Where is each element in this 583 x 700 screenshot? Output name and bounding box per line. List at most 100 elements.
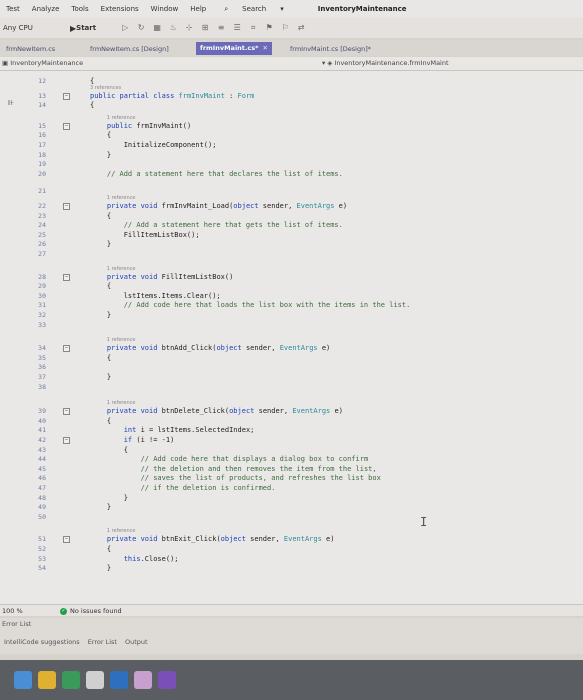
menu-test[interactable]: Test [0, 5, 26, 13]
taskbar-app-icon[interactable] [110, 671, 128, 689]
line-number: 29 [38, 282, 46, 291]
code-lens-reference[interactable]: 1 reference [107, 400, 136, 406]
code-lens-reference[interactable]: 3 references [90, 85, 121, 91]
menu-tools[interactable]: Tools [65, 5, 94, 13]
code-line[interactable]: { [90, 212, 111, 220]
tab-frminvmaint-cs[interactable]: frmInvMaint.cs* ✕ [196, 42, 272, 55]
code-line[interactable]: // Add code here that displays a dialog … [90, 455, 369, 463]
code-line[interactable]: // Add a statement here that declares th… [90, 170, 343, 178]
code-line[interactable]: } [90, 503, 111, 511]
code-line[interactable]: private void btnDelete_Click(object send… [90, 407, 343, 415]
code-line[interactable]: private void frmInvMaint_Load(object sen… [90, 202, 347, 210]
code-line[interactable]: } [90, 373, 111, 381]
code-line[interactable]: { [90, 101, 94, 109]
tab-frmnewitem-cs[interactable]: frmNewItem.cs [2, 43, 59, 55]
collapse-icon[interactable]: − [63, 273, 70, 281]
collapse-icon[interactable]: − [63, 122, 70, 130]
code-line[interactable]: } [90, 151, 111, 159]
code-line[interactable]: } [90, 494, 128, 502]
layout-icon[interactable]: ▦ [152, 23, 162, 33]
code-lens-reference[interactable]: 1 reference [107, 528, 136, 534]
close-icon[interactable]: ✕ [263, 44, 268, 52]
code-line[interactable]: { [90, 131, 111, 139]
collapse-icon[interactable]: − [63, 536, 70, 544]
code-lens-reference[interactable]: 1 reference [107, 337, 136, 343]
line-number: 47 [38, 484, 46, 492]
search-icon: ⌕ [224, 4, 229, 13]
code-line[interactable]: // Add a statement here that gets the li… [90, 221, 343, 229]
code-line[interactable]: private void btnAdd_Click(object sender,… [90, 344, 330, 352]
flag-icon[interactable]: ⚐ [280, 23, 290, 33]
code-line[interactable]: FillItemListBox(); [90, 231, 200, 239]
pin-icon[interactable]: ⊹ [184, 23, 194, 33]
code-line[interactable]: this.Close(); [90, 555, 179, 563]
code-line[interactable]: { [90, 282, 111, 290]
menu-analyze[interactable]: Analyze [26, 5, 66, 13]
class-dropdown[interactable]: ▾ ◈ InventoryMaintenance.frmInvMaint [322, 59, 449, 67]
code-line[interactable]: // saves the list of products, and refre… [90, 474, 381, 482]
start-button[interactable]: Start [76, 24, 120, 32]
code-line[interactable]: // if the deletion is confirmed. [90, 484, 276, 492]
code-line[interactable]: { [90, 446, 128, 454]
code-line[interactable]: public partial class frmInvMaint : Form [90, 92, 254, 100]
tab-output[interactable]: Output [123, 638, 150, 646]
taskbar-app-icon[interactable] [62, 671, 80, 689]
platform-select[interactable]: Any CPU [0, 24, 70, 32]
code-line[interactable]: InitializeComponent(); [90, 141, 217, 149]
line-number: 24 [38, 221, 46, 230]
collapse-icon[interactable]: − [63, 437, 70, 444]
menu-help[interactable]: Help [184, 5, 212, 13]
code-editor[interactable]: ⊪ 12{3 references 13− public partial class… [0, 71, 583, 604]
refresh-icon[interactable]: ↻ [136, 23, 146, 33]
menu-window[interactable]: Window [145, 5, 185, 13]
visual-studio-icon[interactable] [158, 671, 176, 689]
indent-icon[interactable]: ☰ [232, 23, 242, 33]
code-line[interactable]: // the deletion and then removes the ite… [90, 465, 377, 473]
tab-frminvmaint-design[interactable]: frmInvMaint.cs [Design]* [286, 43, 375, 55]
line-number: 40 [38, 416, 46, 425]
grid-icon[interactable]: ⊞ [200, 23, 210, 33]
tab-error-list[interactable]: Error List [86, 638, 119, 646]
code-line[interactable]: private void FillItemListBox() [90, 273, 233, 281]
bookmark-icon[interactable]: ⚑ [264, 23, 274, 33]
search-box[interactable]: ⌕ Search ▾ [212, 5, 296, 14]
align-icon[interactable]: ≡ [216, 23, 226, 33]
collapse-icon[interactable]: − [63, 408, 70, 416]
code-lens-reference[interactable]: 1 reference [107, 115, 136, 121]
issues-indicator[interactable]: ✓ No issues found [60, 607, 122, 615]
issues-text: No issues found [70, 607, 122, 615]
code-line[interactable]: int i = lstItems.SelectedIndex; [90, 426, 255, 434]
comment-icon[interactable]: ⌗ [248, 23, 258, 33]
collapse-icon[interactable]: − [63, 92, 70, 100]
nav-icon[interactable]: ⇄ [296, 23, 306, 33]
flame-icon[interactable]: ♨ [168, 23, 178, 33]
zoom-level[interactable]: 100 % [2, 607, 23, 615]
code-line[interactable]: } [90, 564, 111, 572]
code-line[interactable]: } [90, 311, 111, 319]
folder-icon[interactable] [38, 671, 56, 689]
code-lens-reference[interactable]: 1 reference [107, 195, 136, 201]
taskbar-app-icon[interactable] [86, 671, 104, 689]
menu-extensions[interactable]: Extensions [95, 5, 145, 13]
tab-label: frmNewItem.cs [6, 45, 56, 53]
code-line[interactable]: lstItems.Items.Clear(); [90, 292, 221, 300]
collapse-icon[interactable]: − [63, 203, 70, 210]
code-lens-reference[interactable]: 1 reference [107, 266, 136, 272]
tab-intellicode[interactable]: IntelliCode suggestions [2, 638, 82, 646]
code-line[interactable]: public frmInvMaint() [90, 122, 191, 130]
taskbar-app-icon[interactable] [14, 671, 32, 689]
code-line[interactable]: // Add code here that loads the list box… [90, 301, 411, 309]
collapse-icon[interactable]: − [63, 345, 70, 353]
code-line[interactable]: { [90, 417, 111, 425]
project-dropdown[interactable]: ▣ InventoryMaintenance [2, 59, 83, 67]
code-line[interactable]: if (i != -1) [90, 436, 175, 444]
code-line[interactable]: { [90, 545, 111, 553]
code-line[interactable]: private void btnExit_Click(object sender… [90, 535, 335, 543]
line-number: 26 [38, 240, 46, 249]
code-line[interactable]: } [90, 240, 111, 248]
run-icon[interactable]: ▷ [120, 23, 130, 33]
tab-frmnewitem-design[interactable]: frmNewItem.cs [Design] [86, 43, 173, 55]
code-line[interactable]: { [90, 354, 111, 362]
line-number: 19 [38, 160, 46, 169]
taskbar-app-icon[interactable] [134, 671, 152, 689]
